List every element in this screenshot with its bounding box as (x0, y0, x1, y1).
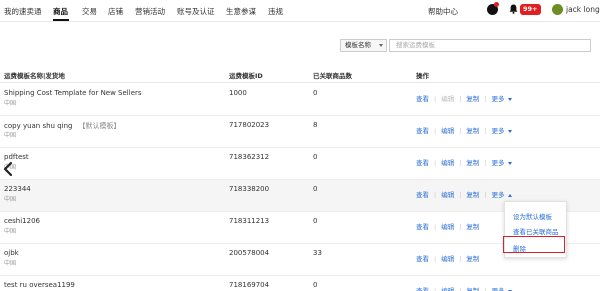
nav-item-account[interactable]: 账号及认证 (177, 6, 215, 17)
nav-item-store[interactable]: 店铺 (108, 6, 123, 17)
template-name: test ru oversea1199 (4, 281, 75, 289)
ship-from: 中国 (4, 260, 17, 267)
edit-link[interactable]: 编辑 (441, 255, 454, 263)
copy-link[interactable]: 复制 (466, 223, 479, 231)
edit-link[interactable]: 编辑 (441, 287, 454, 291)
copy-link[interactable]: 复制 (466, 159, 479, 167)
delete-highlight-box (503, 236, 565, 253)
table-row: pdftest 中国 718362312 0 查看 | 编辑 | 复制 | 更多 (0, 148, 600, 180)
template-id: 718338200 (229, 185, 270, 193)
chevron-down-icon (507, 161, 512, 165)
column-header-count: 已关联商品数 (313, 72, 352, 80)
table-header: 运费模板名称|发货地 运费模板ID 已关联商品数 操作 (0, 65, 600, 83)
copy-link[interactable]: 复制 (466, 287, 479, 291)
nav-item-orders[interactable]: 交易 (82, 6, 97, 17)
more-link[interactable]: 更多 (492, 159, 512, 167)
chevron-down-icon (379, 44, 383, 47)
more-link[interactable]: 更多 (492, 191, 512, 199)
view-link[interactable]: 查看 (416, 159, 429, 167)
row-actions: 查看 | 编辑 | 复制 | 更多 (416, 157, 512, 167)
chevron-up-icon (507, 193, 512, 197)
copy-link[interactable]: 复制 (466, 95, 479, 103)
edit-link: 编辑 (441, 95, 455, 103)
view-link[interactable]: 查看 (416, 287, 429, 291)
more-link[interactable]: 更多 (492, 287, 512, 291)
nav-item-violations[interactable]: 违规 (268, 6, 283, 17)
linked-product-count: 8 (313, 121, 318, 129)
more-link[interactable]: 更多 (492, 95, 512, 103)
linked-product-count: 0 (313, 153, 318, 161)
template-name: Shipping Cost Template for New Sellers (4, 89, 142, 97)
search-field-select[interactable]: 模板名称 (340, 39, 387, 52)
row-actions: 查看 | 编辑 | 复制 | 更多 (416, 93, 512, 103)
set-default-template-item[interactable]: 设为默认模板 (513, 211, 552, 221)
chevron-down-icon (507, 129, 512, 133)
nav-item-my-aliexpress[interactable]: 我的速卖通 (4, 6, 42, 17)
template-id: 1000 (229, 89, 247, 97)
linked-product-count: 0 (313, 281, 318, 289)
nav-item-products[interactable]: 商品 (53, 6, 68, 17)
linked-product-count: 33 (313, 249, 322, 257)
search-field-select-label: 模板名称 (345, 41, 371, 49)
copy-link[interactable]: 复制 (466, 127, 479, 135)
row-actions: 查看 | 编辑 | 复制 | 更多 (416, 189, 512, 199)
view-link[interactable]: 查看 (416, 191, 429, 199)
view-link[interactable]: 查看 (416, 223, 429, 231)
template-id: 717802023 (229, 121, 270, 129)
ship-from: 中国 (4, 196, 17, 203)
template-name: copy yuan shu qing 【默认模板】 (4, 122, 121, 130)
template-name: ceshi1206 (4, 217, 40, 225)
active-tab-underline (53, 19, 69, 21)
default-template-tag: 【默认模板】 (78, 122, 121, 130)
linked-product-count: 0 (313, 89, 318, 97)
chat-notification-dot (494, 2, 499, 7)
copy-link[interactable]: 复制 (466, 255, 479, 263)
view-link[interactable]: 查看 (416, 127, 429, 135)
edit-link[interactable]: 编辑 (441, 191, 454, 199)
column-header-id: 运费模板ID (229, 72, 263, 80)
top-navigation: 我的速卖通 商品 交易 店铺 营销活动 账号及认证 生意参谋 违规 帮助中心 9… (0, 0, 600, 22)
ship-from: 中国 (4, 228, 17, 235)
notification-count-badge: 99+ (520, 4, 541, 15)
template-id: 200578004 (229, 249, 270, 257)
template-name: pdftest (4, 153, 29, 161)
table-row: Shipping Cost Template for New Sellers 中… (0, 84, 600, 116)
search-input[interactable]: 搜索运费模板 (389, 39, 591, 52)
view-link[interactable]: 查看 (416, 95, 429, 103)
table-row: test ru oversea1199 718169704 0 查看 | 编辑 | 复制… (0, 276, 600, 291)
row-actions: 查看 | 编辑 | 复制 (416, 223, 480, 231)
template-name: 223344 (4, 185, 31, 193)
template-id: 718169704 (229, 281, 270, 289)
column-header-actions: 操作 (416, 72, 429, 80)
template-id: 718311213 (229, 217, 270, 225)
ship-from: 中国 (4, 100, 17, 107)
avatar[interactable] (552, 4, 563, 15)
ship-from: 中国 (4, 132, 17, 139)
chevron-down-icon (507, 97, 512, 101)
linked-product-count: 0 (313, 217, 318, 225)
edit-link[interactable]: 编辑 (441, 223, 454, 231)
view-link[interactable]: 查看 (416, 255, 429, 263)
copy-link[interactable]: 复制 (466, 191, 479, 199)
edit-link[interactable]: 编辑 (441, 127, 454, 135)
template-id: 718362312 (229, 153, 270, 161)
row-actions: 查看 | 编辑 | 复制 | 更多 (416, 125, 512, 135)
help-center-link[interactable]: 帮助中心 (428, 6, 458, 17)
linked-product-count: 0 (313, 185, 318, 193)
username[interactable]: jack long (566, 5, 600, 14)
row-actions: 查看 | 编辑 | 复制 (416, 255, 480, 263)
nav-item-business-advisor[interactable]: 生意参谋 (226, 6, 256, 17)
column-header-name: 运费模板名称|发货地 (4, 72, 65, 80)
nav-item-marketing[interactable]: 营销活动 (135, 6, 165, 17)
template-name: ojbk (4, 249, 19, 257)
edit-link[interactable]: 编辑 (441, 159, 454, 167)
row-actions: 查看 | 编辑 | 复制 | 更多 (416, 285, 512, 291)
chevron-left-icon[interactable] (2, 161, 14, 177)
view-linked-products-item[interactable]: 查看已关联商品 (513, 226, 559, 236)
table-row: copy yuan shu qing 【默认模板】 中国 717802023 8 … (0, 116, 600, 148)
more-link[interactable]: 更多 (492, 127, 512, 135)
bell-icon[interactable] (509, 4, 518, 14)
